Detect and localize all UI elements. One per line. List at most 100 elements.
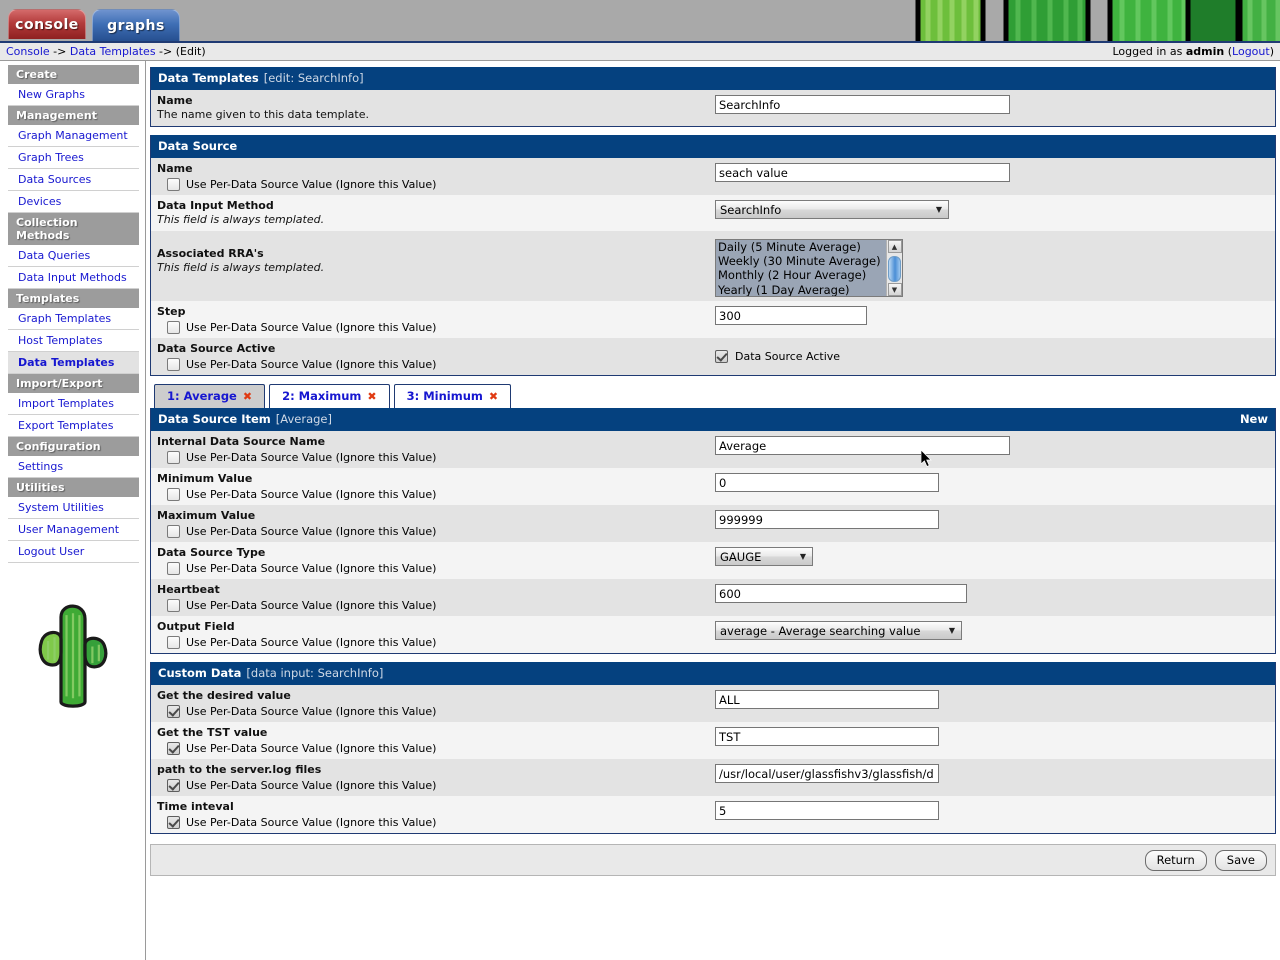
sidebar-item-graph-trees[interactable]: Graph Trees (8, 147, 139, 169)
sidebar-item-graph-management[interactable]: Graph Management (8, 125, 139, 147)
output-field-select[interactable]: average - Average searching value ▼ (715, 621, 962, 640)
sidebar-item-data-queries[interactable]: Data Queries (8, 245, 139, 267)
sidebar-link-data-queries[interactable]: Data Queries (18, 249, 90, 262)
sidebar-link-import-templates[interactable]: Import Templates (18, 397, 114, 410)
sidebar-link-graph-management[interactable]: Graph Management (18, 129, 128, 142)
checkbox-per-ds-maximum[interactable] (167, 525, 180, 538)
data-input-method-select[interactable]: SearchInfo ▼ (715, 200, 949, 219)
field-row-heartbeat: Heartbeat Use Per-Data Source Value (Ign… (151, 579, 1275, 616)
checkbox-per-ds-active[interactable] (167, 358, 180, 371)
tab-data-source-item-2[interactable]: 2: Maximum ✖ (269, 384, 390, 408)
panel-custom-data-subtitle: [data input: SearchInfo] (246, 666, 384, 680)
top-tab-graphs[interactable]: graphs (92, 9, 180, 41)
breadcrumb-console-link[interactable]: Console (6, 45, 50, 58)
checkbox-per-ds-step[interactable] (167, 321, 180, 334)
sidebar-link-devices[interactable]: Devices (18, 195, 61, 208)
desc-associated-rras: This field is always templated. (157, 261, 325, 274)
tab-data-source-item-3[interactable]: 3: Minimum ✖ (393, 384, 512, 408)
heartbeat-input[interactable] (715, 584, 967, 603)
return-button[interactable]: Return (1144, 849, 1207, 871)
sidebar-link-logout-user[interactable]: Logout User (18, 545, 84, 558)
checkbox-per-ds-internal-name[interactable] (167, 451, 180, 464)
rra-option[interactable]: Monthly (2 Hour Average) (716, 268, 886, 283)
close-icon[interactable]: ✖ (243, 390, 252, 403)
sidebar-item-data-templates[interactable]: Data Templates (8, 352, 139, 374)
sidebar-item-system-utilities[interactable]: System Utilities (8, 497, 139, 519)
top-tab-console[interactable]: console (8, 9, 86, 39)
associated-rras-listbox[interactable]: Daily (5 Minute Average) Weekly (30 Minu… (715, 239, 903, 297)
sidebar-item-devices[interactable]: Devices (8, 191, 139, 213)
checkbox-per-ds-minimum[interactable] (167, 488, 180, 501)
sidebar-item-host-templates[interactable]: Host Templates (8, 330, 139, 352)
sidebar-item-data-input-methods[interactable]: Data Input Methods (8, 267, 139, 289)
minimum-value-input[interactable] (715, 473, 939, 492)
sidebar-link-data-input-methods[interactable]: Data Input Methods (18, 271, 127, 284)
sidebar-link-data-sources[interactable]: Data Sources (18, 173, 91, 186)
sidebar-link-settings[interactable]: Settings (18, 460, 63, 473)
rra-option[interactable]: Yearly (1 Day Average) (716, 282, 886, 296)
scrollbar-thumb[interactable] (888, 256, 901, 282)
save-button[interactable]: Save (1214, 849, 1267, 871)
checkbox-per-ds-desired-value[interactable] (167, 705, 180, 718)
close-icon[interactable]: ✖ (489, 390, 498, 403)
sidebar-item-export-templates[interactable]: Export Templates (8, 415, 139, 437)
checkbox-per-ds-type[interactable] (167, 562, 180, 575)
panel-data-source-title: Data Source (158, 139, 238, 153)
label-per-ds-time-interval: Use Per-Data Source Value (Ignore this V… (186, 816, 437, 829)
label-get-desired-value: Get the desired value (157, 689, 291, 702)
top-tab-graphs-label: graphs (107, 17, 165, 34)
checkbox-per-ds-tst-value[interactable] (167, 742, 180, 755)
time-interval-input[interactable] (715, 801, 939, 820)
top-banner: console graphs (0, 0, 1280, 41)
checkbox-per-ds-time-interval[interactable] (167, 816, 180, 829)
sidebar-item-import-templates[interactable]: Import Templates (8, 393, 139, 415)
scroll-down-arrow-icon[interactable]: ▼ (887, 283, 902, 296)
checkbox-per-ds-heartbeat[interactable] (167, 599, 180, 612)
server-log-path-input[interactable] (715, 764, 939, 783)
sidebar-item-graph-templates[interactable]: Graph Templates (8, 308, 139, 330)
internal-ds-name-input[interactable] (715, 436, 1010, 455)
sidebar-item-data-sources[interactable]: Data Sources (8, 169, 139, 191)
sidebar-link-new-graphs[interactable]: New Graphs (18, 88, 85, 101)
sidebar-link-data-templates[interactable]: Data Templates (18, 356, 114, 369)
sidebar-item-logout-user[interactable]: Logout User (8, 541, 139, 563)
sidebar-link-system-utilities[interactable]: System Utilities (18, 501, 104, 514)
label-per-ds-maximum: Use Per-Data Source Value (Ignore this V… (186, 525, 437, 538)
field-row-time-interval: Time inteval Use Per-Data Source Value (… (151, 796, 1275, 833)
checkbox-data-source-active[interactable] (715, 350, 728, 363)
checkbox-per-ds-server-log-path[interactable] (167, 779, 180, 792)
rra-listbox-scrollbar[interactable]: ▲ ▼ (886, 240, 902, 296)
tab-data-source-item-1[interactable]: 1: Average ✖ (154, 384, 266, 408)
get-tst-value-input[interactable] (715, 727, 939, 746)
sidebar: Create New Graphs Management Graph Manag… (0, 61, 146, 960)
maximum-value-input[interactable] (715, 510, 939, 529)
sidebar-link-host-templates[interactable]: Host Templates (18, 334, 102, 347)
checkbox-per-ds-output-field[interactable] (167, 636, 180, 649)
step-input[interactable] (715, 306, 867, 325)
sidebar-link-graph-templates[interactable]: Graph Templates (18, 312, 111, 325)
logout-link[interactable]: Logout (1232, 45, 1270, 58)
sidebar-link-user-management[interactable]: User Management (18, 523, 119, 536)
new-data-source-item-link[interactable]: New (1240, 412, 1268, 426)
rra-option[interactable]: Weekly (30 Minute Average) (716, 254, 886, 269)
get-desired-value-input[interactable] (715, 690, 939, 709)
label-per-ds-internal-name: Use Per-Data Source Value (Ignore this V… (186, 451, 437, 464)
sidebar-item-user-management[interactable]: User Management (8, 519, 139, 541)
template-name-input[interactable] (715, 95, 1010, 114)
sidebar-item-new-graphs[interactable]: New Graphs (8, 84, 139, 106)
field-row-associated-rras: Associated RRA's This field is always te… (151, 231, 1275, 301)
data-source-type-select[interactable]: GAUGE ▼ (715, 547, 813, 566)
data-source-type-value: GAUGE (720, 549, 762, 564)
checkbox-per-ds-ds-name[interactable] (167, 178, 180, 191)
sidebar-link-export-templates[interactable]: Export Templates (18, 419, 113, 432)
label-per-ds-heartbeat: Use Per-Data Source Value (Ignore this V… (186, 599, 437, 612)
rra-option[interactable]: Daily (5 Minute Average) (716, 240, 886, 255)
ds-name-input[interactable] (715, 163, 1010, 182)
scroll-up-arrow-icon[interactable]: ▲ (887, 240, 902, 253)
sidebar-link-graph-trees[interactable]: Graph Trees (18, 151, 84, 164)
sidebar-item-settings[interactable]: Settings (8, 456, 139, 478)
data-source-item-tabs: 1: Average ✖ 2: Maximum ✖ 3: Minimum ✖ (150, 384, 1276, 408)
breadcrumb-data-templates-link[interactable]: Data Templates (70, 45, 156, 58)
close-icon[interactable]: ✖ (367, 390, 376, 403)
label-per-ds-type: Use Per-Data Source Value (Ignore this V… (186, 562, 437, 575)
